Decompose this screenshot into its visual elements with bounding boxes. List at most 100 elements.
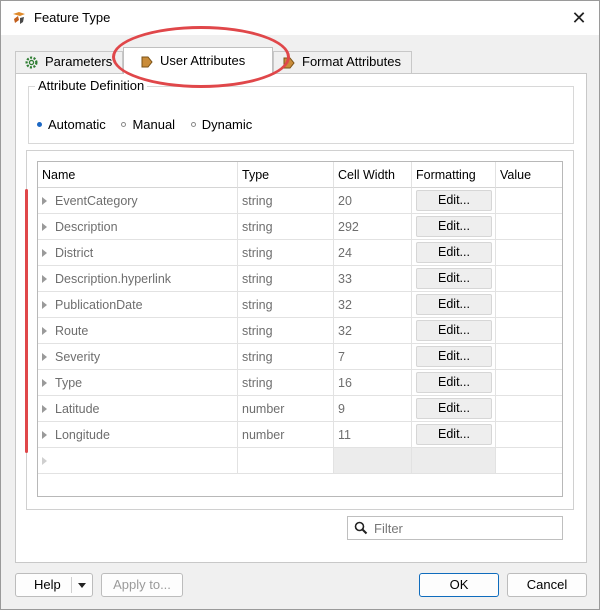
- ok-button[interactable]: OK: [419, 573, 499, 597]
- attribute-width-cell[interactable]: 292: [334, 214, 412, 240]
- attribute-value-cell[interactable]: [496, 396, 562, 422]
- new-attribute-name-cell[interactable]: [38, 448, 238, 474]
- expand-arrow-icon[interactable]: [42, 378, 47, 387]
- attribute-name-cell[interactable]: Description.hyperlink: [38, 266, 238, 292]
- filter-input[interactable]: Filter: [347, 516, 563, 540]
- expand-arrow-icon[interactable]: [42, 352, 47, 361]
- column-header-formatting[interactable]: Formatting: [412, 162, 496, 188]
- column-header-type[interactable]: Type: [238, 162, 334, 188]
- table-row[interactable]: Description.hyperlink string 33 Edit...: [38, 266, 562, 292]
- table-row[interactable]: Latitude number 9 Edit...: [38, 396, 562, 422]
- attribute-width-cell[interactable]: 11: [334, 422, 412, 448]
- attribute-name-cell[interactable]: EventCategory: [38, 188, 238, 214]
- radio-dynamic[interactable]: Dynamic: [190, 117, 252, 132]
- attribute-type-cell[interactable]: string: [238, 370, 334, 396]
- search-icon: [354, 521, 368, 535]
- attribute-width-cell[interactable]: 16: [334, 370, 412, 396]
- edit-formatting-button[interactable]: Edit...: [416, 268, 492, 289]
- new-attribute-type-cell[interactable]: [238, 448, 334, 474]
- attribute-value-cell[interactable]: [496, 344, 562, 370]
- attribute-name-cell[interactable]: Severity: [38, 344, 238, 370]
- radio-automatic[interactable]: Automatic: [37, 117, 106, 132]
- attribute-name-cell[interactable]: Latitude: [38, 396, 238, 422]
- attribute-name-cell[interactable]: PublicationDate: [38, 292, 238, 318]
- table-row[interactable]: Description string 292 Edit...: [38, 214, 562, 240]
- table-row[interactable]: Type string 16 Edit...: [38, 370, 562, 396]
- tab-parameters[interactable]: Parameters: [15, 51, 124, 73]
- attribute-type-cell[interactable]: string: [238, 188, 334, 214]
- edit-formatting-button[interactable]: Edit...: [416, 320, 492, 341]
- table-row[interactable]: District string 24 Edit...: [38, 240, 562, 266]
- edit-formatting-button[interactable]: Edit...: [416, 190, 492, 211]
- edit-formatting-button[interactable]: Edit...: [416, 398, 492, 419]
- attribute-type-cell[interactable]: string: [238, 266, 334, 292]
- attribute-value-cell[interactable]: [496, 266, 562, 292]
- help-button[interactable]: Help: [15, 573, 93, 597]
- table-row[interactable]: PublicationDate string 32 Edit...: [38, 292, 562, 318]
- table-row[interactable]: EventCategory string 20 Edit...: [38, 188, 562, 214]
- attribute-value-cell[interactable]: [496, 422, 562, 448]
- edit-formatting-button[interactable]: Edit...: [416, 346, 492, 367]
- attribute-width-cell[interactable]: 7: [334, 344, 412, 370]
- attribute-value-cell[interactable]: [496, 292, 562, 318]
- table-row[interactable]: Severity string 7 Edit...: [38, 344, 562, 370]
- attribute-name: Description: [55, 220, 118, 234]
- attribute-type-cell[interactable]: string: [238, 214, 334, 240]
- expand-arrow-icon[interactable]: [42, 430, 47, 439]
- new-attribute-value-cell[interactable]: [496, 448, 562, 474]
- table-row[interactable]: Longitude number 11 Edit...: [38, 422, 562, 448]
- attribute-value-cell[interactable]: [496, 240, 562, 266]
- expand-arrow-icon[interactable]: [42, 222, 47, 231]
- edit-formatting-button[interactable]: Edit...: [416, 424, 492, 445]
- attribute-width-cell[interactable]: 32: [334, 292, 412, 318]
- tab-user-attributes[interactable]: User Attributes: [123, 47, 273, 74]
- column-header-value[interactable]: Value: [496, 162, 562, 188]
- new-attribute-row[interactable]: [38, 448, 562, 474]
- column-header-cell-width[interactable]: Cell Width: [334, 162, 412, 188]
- attribute-name-cell[interactable]: Type: [38, 370, 238, 396]
- attribute-type-cell[interactable]: number: [238, 422, 334, 448]
- expand-arrow-icon[interactable]: [42, 196, 47, 205]
- attribute-name: Type: [55, 376, 83, 390]
- edit-formatting-button[interactable]: Edit...: [416, 294, 492, 315]
- attribute-width-cell[interactable]: 24: [334, 240, 412, 266]
- column-header-name[interactable]: Name: [38, 162, 238, 188]
- attribute-type-cell[interactable]: string: [238, 318, 334, 344]
- attribute-type-cell[interactable]: string: [238, 344, 334, 370]
- attribute-name-cell[interactable]: District: [38, 240, 238, 266]
- attribute-width-cell[interactable]: 33: [334, 266, 412, 292]
- tab-format-attributes[interactable]: Format Attributes: [273, 51, 412, 73]
- edit-formatting-button[interactable]: Edit...: [416, 216, 492, 237]
- attribute-type-cell[interactable]: string: [238, 292, 334, 318]
- expand-arrow-icon[interactable]: [42, 404, 47, 413]
- edit-formatting-button[interactable]: Edit...: [416, 372, 492, 393]
- formatting-cell: Edit...: [412, 422, 496, 448]
- formatting-cell: Edit...: [412, 266, 496, 292]
- expand-arrow-icon[interactable]: [42, 248, 47, 257]
- edit-formatting-button[interactable]: Edit...: [416, 242, 492, 263]
- apply-to-button[interactable]: Apply to...: [101, 573, 183, 597]
- chevron-down-icon[interactable]: [78, 583, 86, 588]
- attribute-value-cell[interactable]: [496, 370, 562, 396]
- attributes-grid[interactable]: Name Type Cell Width Formatting Value Ev…: [37, 161, 563, 497]
- attribute-value-cell[interactable]: [496, 318, 562, 344]
- table-row[interactable]: Route string 32 Edit...: [38, 318, 562, 344]
- close-button[interactable]: ✕: [559, 1, 599, 35]
- attribute-value-cell[interactable]: [496, 214, 562, 240]
- attribute-width-cell[interactable]: 9: [334, 396, 412, 422]
- expand-arrow-icon[interactable]: [42, 274, 47, 283]
- expand-arrow-icon[interactable]: [42, 300, 47, 309]
- cancel-button[interactable]: Cancel: [507, 573, 587, 597]
- gear-icon: [25, 56, 38, 69]
- attribute-width-cell[interactable]: 20: [334, 188, 412, 214]
- attribute-name-cell[interactable]: Route: [38, 318, 238, 344]
- formatting-cell: Edit...: [412, 344, 496, 370]
- expand-arrow-icon[interactable]: [42, 326, 47, 335]
- attribute-type-cell[interactable]: string: [238, 240, 334, 266]
- attribute-name-cell[interactable]: Description: [38, 214, 238, 240]
- attribute-value-cell[interactable]: [496, 188, 562, 214]
- attribute-name-cell[interactable]: Longitude: [38, 422, 238, 448]
- radio-manual[interactable]: Manual: [121, 117, 175, 132]
- attribute-width-cell[interactable]: 32: [334, 318, 412, 344]
- attribute-type-cell[interactable]: number: [238, 396, 334, 422]
